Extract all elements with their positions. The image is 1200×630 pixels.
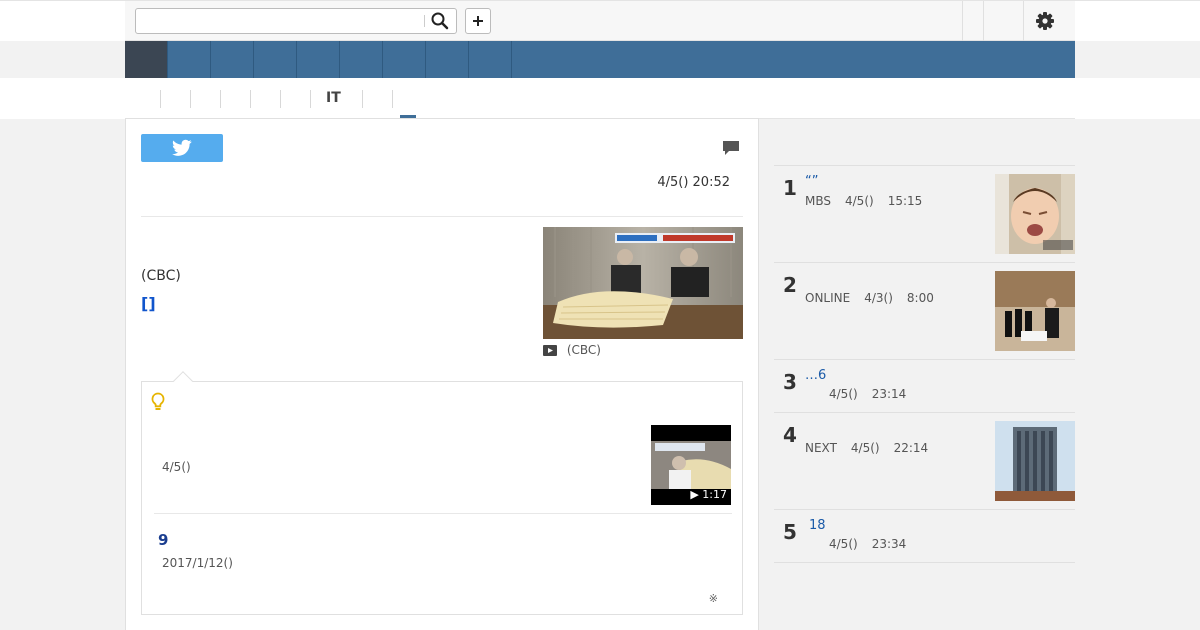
article-link[interactable]: []: [141, 294, 156, 313]
toolbar: [125, 1, 1075, 41]
toolbar-slot[interactable]: [984, 1, 1023, 41]
add-button[interactable]: [465, 8, 491, 34]
nav-item[interactable]: [426, 41, 469, 78]
related-item-title[interactable]: 9: [158, 531, 168, 549]
sub-nav-item[interactable]: [363, 90, 393, 108]
sub-nav-item[interactable]: [191, 90, 221, 108]
divider: [141, 216, 743, 217]
rank-date: 4/5(): [829, 537, 858, 551]
rank-date: 4/5(): [845, 194, 874, 208]
toolbar-slot[interactable]: [963, 1, 983, 41]
article-timestamp: 4/5() 20:52: [657, 175, 730, 190]
rank-meta: NEXT 4/5() 22:14: [805, 441, 942, 455]
gear-icon: [1036, 12, 1054, 30]
nav-item[interactable]: [297, 41, 340, 78]
rank-time: 8:00: [906, 291, 934, 305]
rank-number: 3: [783, 370, 797, 394]
rank-time: 22:14: [893, 441, 929, 455]
rank-meta: 4/5() 23:34: [815, 537, 920, 551]
rank-source: NEXT: [805, 441, 837, 455]
related-item-date: 2017/1/12(): [162, 556, 233, 570]
nav-item-home[interactable]: [125, 41, 168, 78]
ranking-item[interactable]: 5 18 4/5() 23:34: [774, 510, 1075, 563]
search-input[interactable]: [136, 9, 426, 33]
nav-item[interactable]: [168, 41, 211, 78]
rank-thumbnail[interactable]: [995, 421, 1075, 501]
related-item-date: 4/5(): [162, 460, 191, 474]
rank-date: 4/5(): [850, 441, 880, 455]
search-box: [135, 8, 457, 34]
ranking-item[interactable]: 4 NEXT 4/5() 22:14: [774, 413, 1075, 510]
main-nav: [125, 41, 1075, 78]
sub-nav-item[interactable]: [251, 90, 281, 108]
top-bar: [0, 0, 1200, 41]
rank-meta: MBS 4/5() 15:15: [805, 194, 936, 208]
ranking-item[interactable]: 3 …6 4/5() 23:14: [774, 360, 1075, 413]
sub-nav-item[interactable]: [281, 90, 311, 108]
rank-time: 23:14: [871, 387, 907, 401]
sub-nav-inner: IT: [125, 78, 1075, 119]
search-icon: [431, 12, 449, 30]
rank-thumbnail[interactable]: [995, 271, 1075, 351]
rank-title[interactable]: “”: [805, 174, 818, 189]
rank-title[interactable]: 18: [809, 518, 826, 533]
photo-caption-text: (CBC): [566, 343, 601, 357]
sub-nav-item[interactable]: [221, 90, 251, 108]
sub-nav-item[interactable]: [137, 90, 161, 108]
nav-item[interactable]: [469, 41, 512, 78]
rank-time: 23:34: [871, 537, 907, 551]
rank-title[interactable]: …6: [805, 368, 826, 383]
rank-meta: ONLINE 4/3() 8:00: [805, 291, 948, 305]
article-photo[interactable]: [543, 227, 743, 339]
divider: [154, 513, 732, 514]
nav-item[interactable]: [254, 41, 297, 78]
nav-item[interactable]: [211, 41, 254, 78]
rank-source: ONLINE: [805, 291, 851, 305]
twitter-icon: [172, 139, 192, 156]
rank-date: 4/3(): [864, 291, 893, 305]
rank-number: 4: [783, 423, 797, 447]
sub-nav: IT: [0, 78, 1200, 119]
toolbar-separator: [1023, 1, 1024, 41]
related-box: 4/5() ▶ 1:17 9 2017/1/12() ※: [141, 371, 743, 615]
rank-meta: 4/5() 23:14: [815, 387, 920, 401]
article-source: (CBC): [141, 268, 181, 284]
photo-caption: (CBC): [543, 343, 601, 359]
rank-number: 5: [783, 520, 797, 544]
article-panel: 4/5() 20:52 (CBC) [] (CBC) 4/5() ▶ 1:17 …: [125, 118, 759, 630]
video-duration: ▶ 1:17: [690, 488, 727, 501]
ranking-item[interactable]: 2 ONLINE 4/3() 8:00: [774, 263, 1075, 360]
related-note: ※: [708, 592, 718, 605]
ranking-sidebar: 1 “” MBS 4/5() 15:15 2 ONLINE 4/3() 8:00: [759, 118, 1075, 630]
tweet-button[interactable]: [141, 134, 223, 162]
sub-nav-item[interactable]: [161, 90, 191, 108]
nav-item[interactable]: [340, 41, 383, 78]
rank-date: 4/5(): [829, 387, 858, 401]
rank-number: 2: [783, 273, 797, 297]
related-notch: [173, 371, 193, 391]
rank-time: 15:15: [887, 194, 923, 208]
bulb-icon: [151, 392, 165, 410]
video-icon: [543, 345, 557, 356]
rank-number: 1: [783, 176, 797, 200]
nav-item[interactable]: [383, 41, 426, 78]
search-divider: [424, 15, 425, 27]
rank-thumbnail[interactable]: [995, 174, 1075, 254]
search-button[interactable]: [430, 11, 450, 31]
sub-nav-item[interactable]: [333, 90, 363, 108]
plus-icon: [473, 16, 483, 26]
settings-button[interactable]: [1035, 11, 1055, 31]
related-video-thumbnail[interactable]: ▶ 1:17: [651, 425, 731, 505]
rank-source: MBS: [805, 194, 831, 208]
comment-icon[interactable]: [722, 139, 740, 157]
ranking-item[interactable]: 1 “” MBS 4/5() 15:15: [774, 166, 1075, 263]
